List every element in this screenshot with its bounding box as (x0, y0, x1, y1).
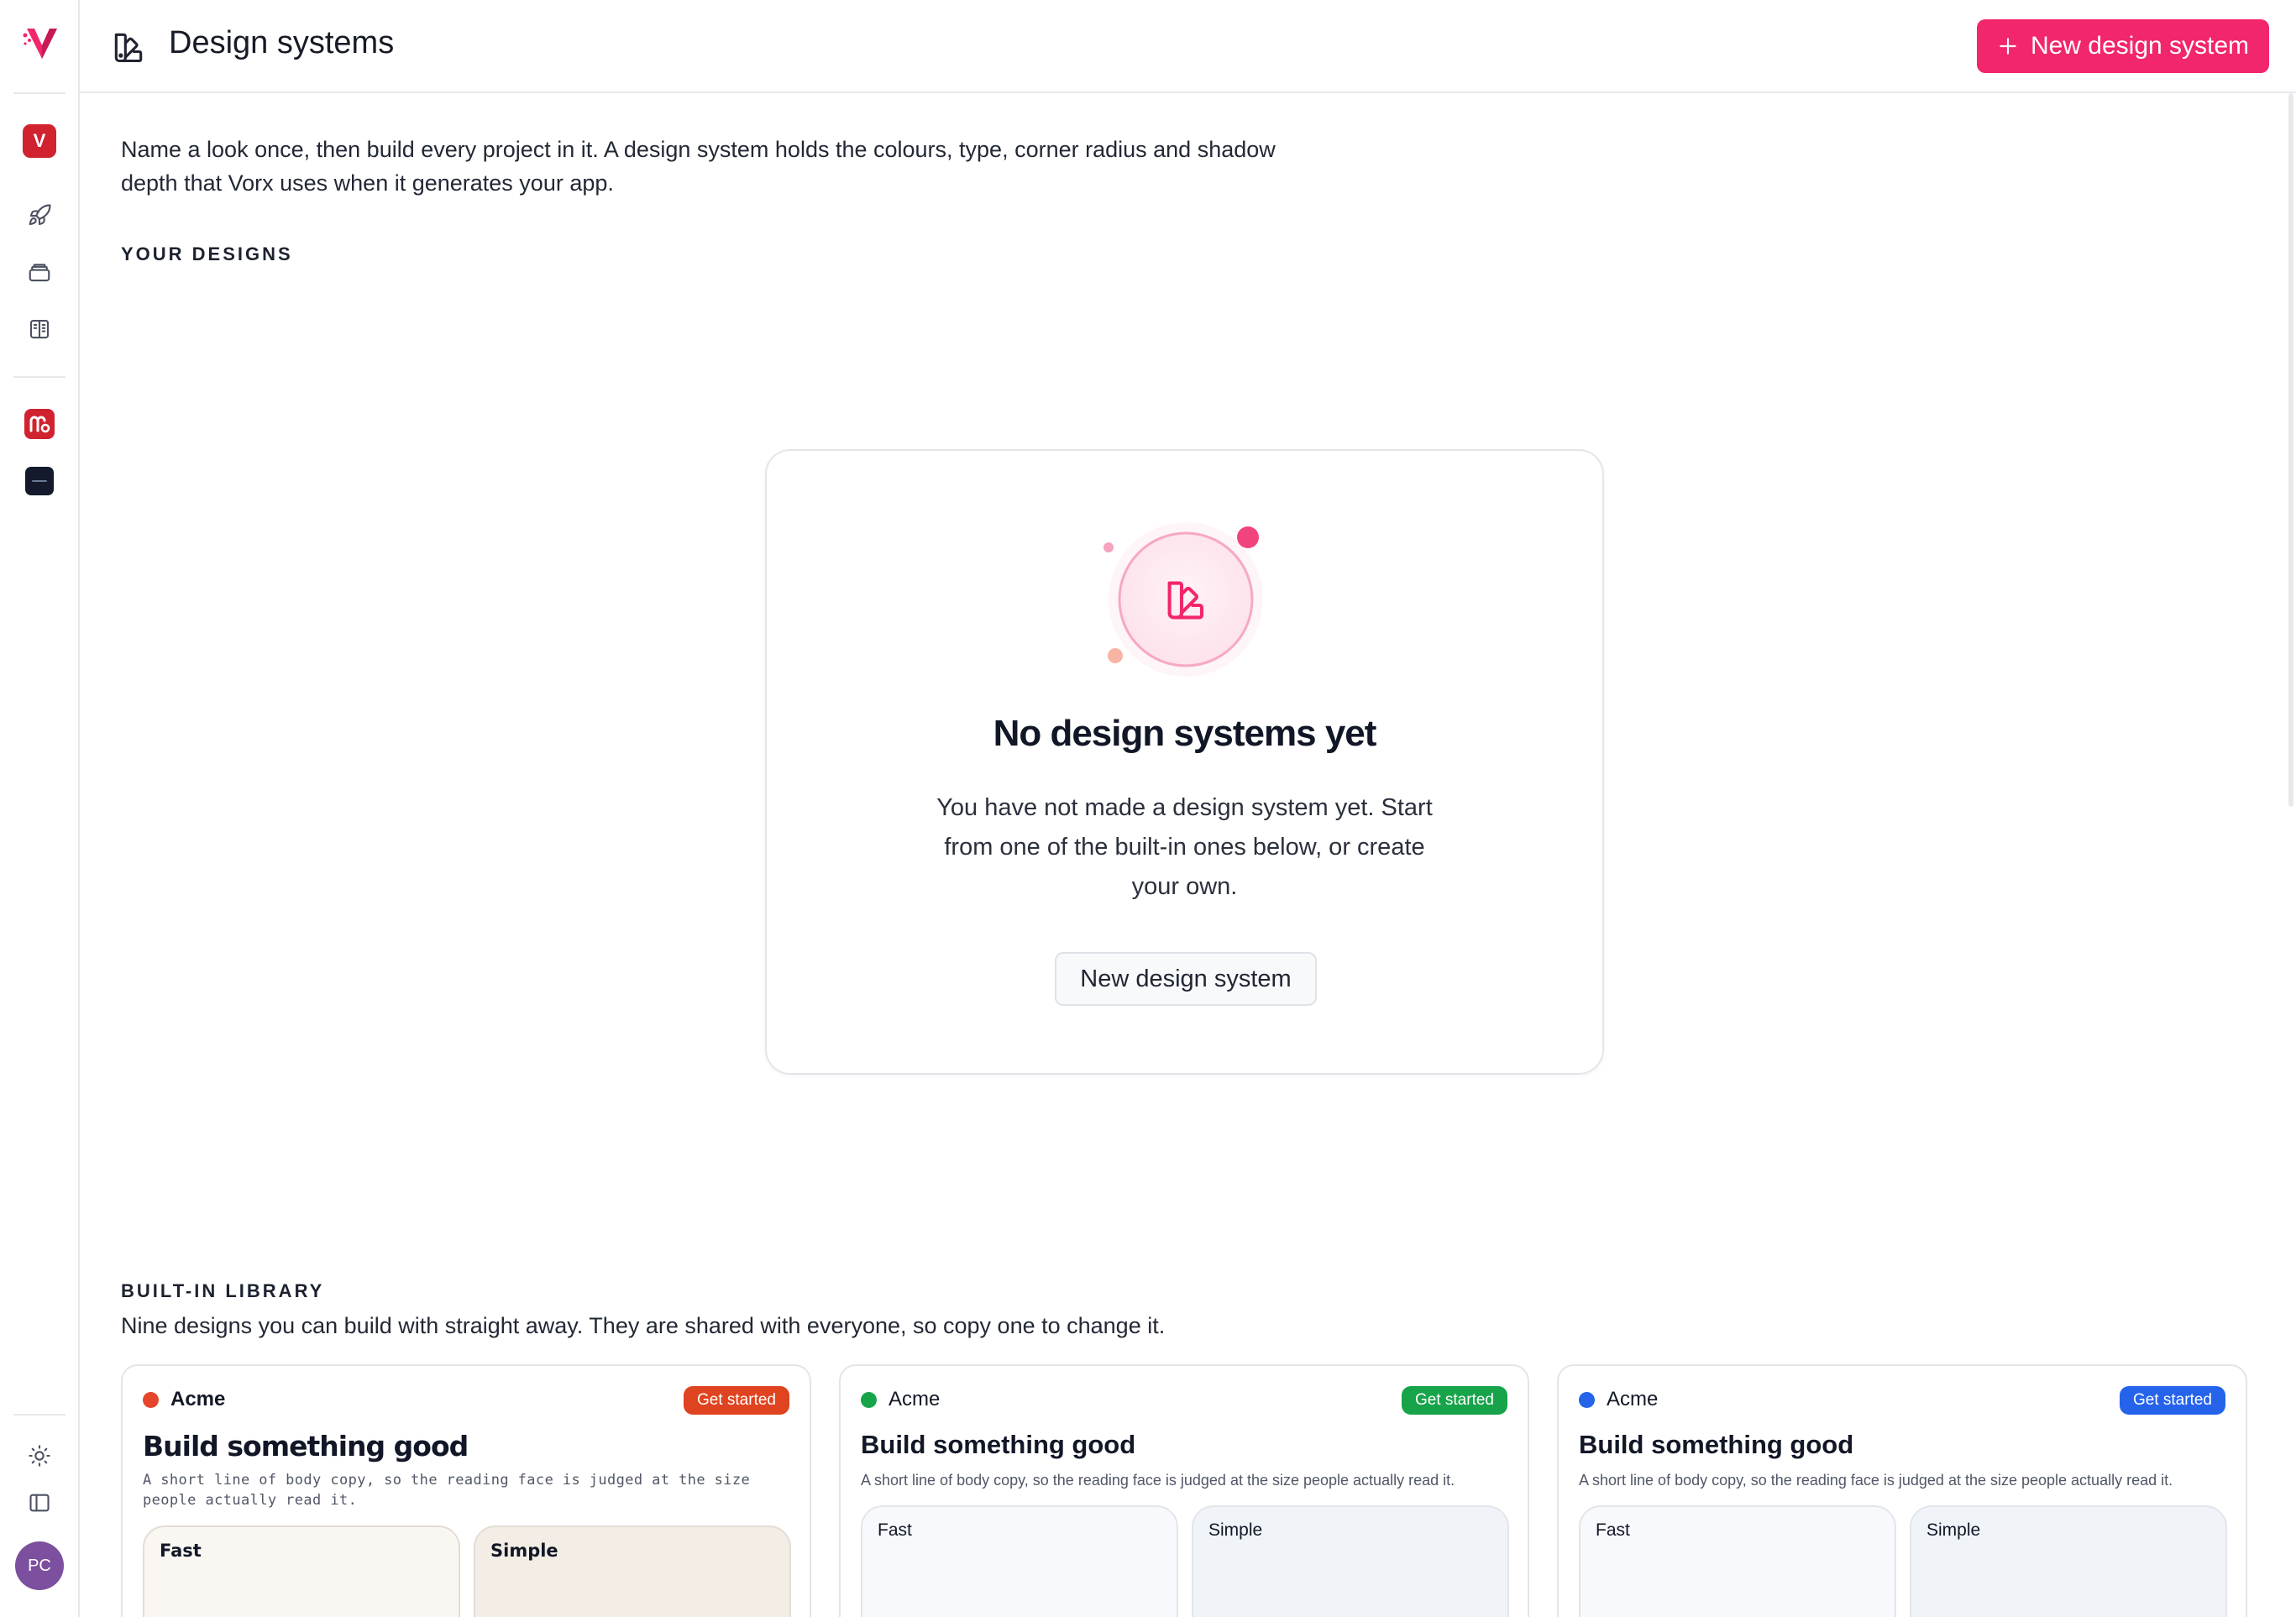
card-body: A short line of body copy, so the readin… (1579, 1472, 2173, 1489)
get-started-badge[interactable]: Get started (2120, 1386, 2225, 1415)
sidebar-toggle-icon[interactable] (23, 1486, 56, 1520)
new-design-system-button[interactable]: New design system (1977, 19, 2269, 73)
card-heading: Build something good (143, 1430, 469, 1463)
card-heading: Build something good (1579, 1430, 1854, 1459)
workspace-badge[interactable]: V (23, 124, 56, 158)
tile-label: Simple (490, 1541, 558, 1561)
built-in-library-subtitle: Nine designs you can build with straight… (121, 1313, 1166, 1338)
intro-text: Name a look once, then build every proje… (121, 137, 1276, 196)
card-tile: Fast (143, 1525, 460, 1617)
brand-dot (861, 1391, 877, 1408)
card-tile: Simple (474, 1525, 791, 1617)
your-designs-title: YOUR DESIGNS (121, 243, 293, 264)
sidebar-divider (13, 92, 66, 94)
card-tile: Simple (1192, 1505, 1509, 1617)
scrollbar-thumb[interactable] (2288, 93, 2293, 807)
card-tile: Fast (861, 1505, 1178, 1617)
card-brand: Acme (143, 1388, 225, 1411)
card-brand-name: Acme (889, 1388, 941, 1410)
tile-label: Fast (160, 1541, 202, 1561)
card-tile: Fast (1579, 1505, 1896, 1617)
get-started-badge[interactable]: Get started (684, 1386, 789, 1415)
vorx-logo[interactable] (22, 24, 62, 64)
empty-state-illustration (1103, 522, 1263, 677)
sidebar: V PC (0, 0, 80, 1617)
library-card[interactable]: Acme Get started Build something good A … (1557, 1364, 2247, 1617)
tile-label: Fast (1596, 1520, 1630, 1540)
library-card[interactable]: Acme Get started Build something good A … (839, 1364, 1529, 1617)
empty-new-design-system-button[interactable]: New design system (1055, 952, 1317, 1006)
card-tile: Simple (1910, 1505, 2227, 1617)
new-design-system-label: New design system (2030, 32, 2250, 60)
page-title: Design systems (169, 25, 395, 60)
page-scrollbar[interactable] (2286, 93, 2296, 807)
tile-label: Fast (878, 1520, 912, 1540)
card-brand: Acme (1579, 1388, 1658, 1411)
page-header: Design systems New design system (80, 0, 2296, 93)
built-in-library-title: BUILT-IN LIBRARY (121, 1280, 325, 1301)
tile-label: Simple (1926, 1520, 1981, 1540)
rocket-icon[interactable] (23, 199, 56, 233)
user-avatar[interactable]: PC (15, 1541, 64, 1590)
card-body: A short line of body copy, so the readin… (861, 1472, 1455, 1489)
card-heading: Build something good (861, 1430, 1136, 1459)
app-logo-dark[interactable] (23, 464, 56, 498)
sidebar-divider (13, 376, 66, 378)
card-body: A short line of body copy, so the readin… (143, 1472, 751, 1509)
library-card[interactable]: Acme Get started Build something good A … (121, 1364, 811, 1617)
swatch-icon (110, 29, 147, 65)
get-started-badge[interactable]: Get started (1402, 1386, 1507, 1415)
layers-icon[interactable] (23, 255, 56, 289)
card-brand: Acme (861, 1388, 940, 1411)
brand-dot (1579, 1391, 1595, 1408)
empty-state-text: You have not made a design system yet. S… (936, 794, 1433, 900)
app-logo-red[interactable] (23, 407, 56, 441)
sun-icon[interactable] (23, 1439, 56, 1473)
empty-state-title: No design systems yet (993, 713, 1377, 754)
book-icon[interactable] (23, 312, 56, 346)
plus-icon (2000, 38, 2016, 55)
card-brand-name: Acme (170, 1388, 226, 1410)
card-brand-name: Acme (1607, 1388, 1659, 1410)
sidebar-divider (13, 1414, 66, 1416)
brand-dot (143, 1391, 159, 1408)
tile-label: Simple (1208, 1520, 1263, 1540)
empty-state-card: No design systems yet You have not made … (765, 449, 1604, 1075)
